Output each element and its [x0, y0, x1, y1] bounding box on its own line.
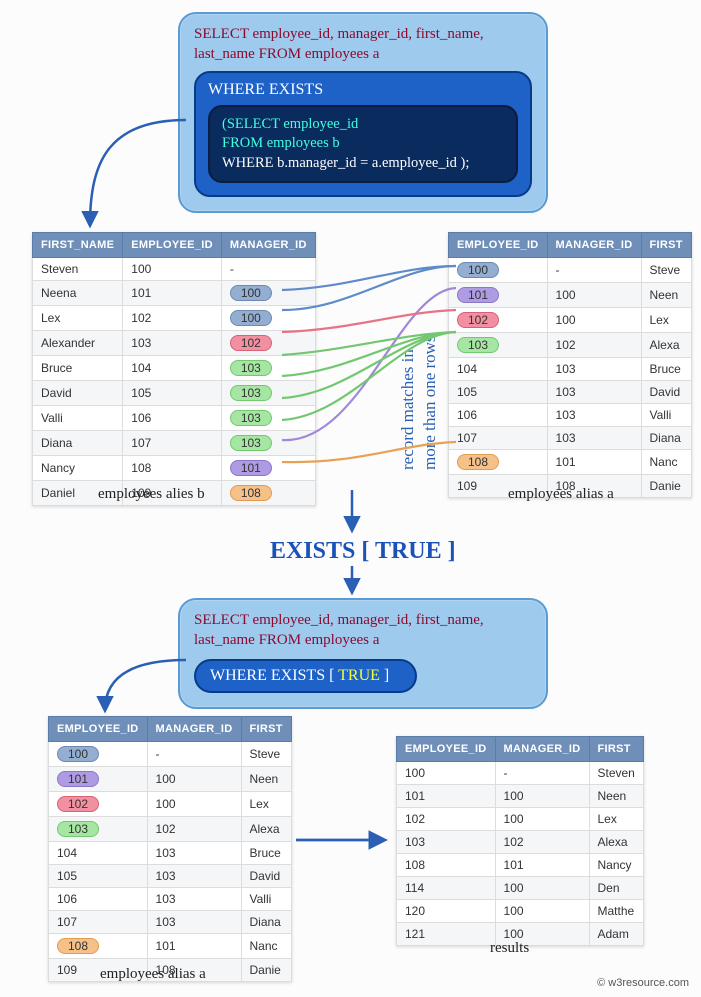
sql-outer-text: SELECT employee_id, manager_id, first_na… — [194, 24, 532, 65]
table-row: 114100Den — [397, 877, 644, 900]
th-first-cut: FIRST — [241, 717, 291, 742]
table-row: Neena101100 — [33, 281, 316, 306]
th-manager-id: MANAGER_ID — [547, 233, 641, 258]
table-results: EMPLOYEE_ID MANAGER_ID FIRST 100-Steven1… — [396, 736, 644, 946]
table-employees-a-bottom: EMPLOYEE_ID MANAGER_ID FIRST 100-Steve10… — [48, 716, 292, 982]
th-manager-id: MANAGER_ID — [147, 717, 241, 742]
table-row: 106103Valli — [49, 888, 292, 911]
side-text-1: record matches in — [398, 349, 418, 470]
table-row: Alexander103102 — [33, 331, 316, 356]
table-row: Lex102100 — [33, 306, 316, 331]
th-first-cut: FIRST — [641, 233, 691, 258]
sql-query-box-top: SELECT employee_id, manager_id, first_na… — [178, 12, 548, 213]
where-exists-outer: WHERE EXISTS (SELECT employee_id FROM em… — [194, 71, 532, 198]
exists-true-label: EXISTS [ TRUE ] — [270, 538, 456, 565]
table-row: Bruce104103 — [33, 356, 316, 381]
th-employee-id: EMPLOYEE_ID — [397, 737, 496, 762]
table-row: 101100Neen — [449, 283, 692, 308]
table-row: 108101Nancy — [397, 854, 644, 877]
table-row: 103102Alexa — [49, 817, 292, 842]
table-row: 108101Nanc — [49, 934, 292, 959]
where-close: ] — [380, 667, 389, 684]
where-exists-pill-text: WHERE EXISTS [ — [210, 667, 338, 684]
th-employee-id: EMPLOYEE_ID — [449, 233, 548, 258]
subquery-line2: FROM employees b — [222, 134, 504, 154]
table-employees-b: FIRST_NAME EMPLOYEE_ID MANAGER_ID Steven… — [32, 232, 316, 506]
caption-table-a-top: employees alias a — [508, 486, 614, 503]
th-employee-id: EMPLOYEE_ID — [49, 717, 148, 742]
table-row: 101100Neen — [49, 767, 292, 792]
table-row: 120100Matthe — [397, 900, 644, 923]
table-row: 108101Nanc — [449, 450, 692, 475]
table-row: Diana107103 — [33, 431, 316, 456]
table-row: Steven100- — [33, 258, 316, 281]
table-row: 104103Bruce — [49, 842, 292, 865]
table-row: 102100Lex — [397, 808, 644, 831]
true-text: TRUE — [338, 667, 380, 684]
where-exists-label: WHERE EXISTS — [208, 81, 518, 99]
caption-table-b: employees alies b — [98, 486, 205, 503]
table-row: 100-Steven — [397, 762, 644, 785]
th-first-name: FIRST_NAME — [33, 233, 123, 258]
caption-results: results — [490, 940, 529, 957]
th-employee-id: EMPLOYEE_ID — [123, 233, 222, 258]
subquery-box: (SELECT employee_id FROM employees b WHE… — [208, 105, 518, 184]
copyright: © w3resource.com — [597, 977, 689, 989]
sql-query-box-bottom: SELECT employee_id, manager_id, first_na… — [178, 598, 548, 709]
table-row: 104103Bruce — [449, 358, 692, 381]
table-employees-a-top: EMPLOYEE_ID MANAGER_ID FIRST 100-Steve10… — [448, 232, 692, 498]
table-row: 106103Valli — [449, 404, 692, 427]
table-row: 103102Alexa — [449, 333, 692, 358]
table-row: 101100Neen — [397, 785, 644, 808]
table-row: 100-Steve — [449, 258, 692, 283]
table-row: 100-Steve — [49, 742, 292, 767]
table-row: Nancy108101 — [33, 456, 316, 481]
table-row: 105103David — [49, 865, 292, 888]
table-row: David105103 — [33, 381, 316, 406]
table-row: Valli106103 — [33, 406, 316, 431]
table-row: 105103David — [449, 381, 692, 404]
side-text-2: more than one rows — [420, 335, 440, 470]
where-exists-pill: WHERE EXISTS [ TRUE ] — [194, 659, 417, 693]
table-row: 102100Lex — [49, 792, 292, 817]
th-first-cut: FIRST — [589, 737, 643, 762]
caption-table-a-bottom: employees alias a — [100, 966, 206, 983]
th-manager-id: MANAGER_ID — [221, 233, 315, 258]
table-row: 102100Lex — [449, 308, 692, 333]
subquery-line1: SELECT employee_id — [227, 116, 358, 132]
th-manager-id: MANAGER_ID — [495, 737, 589, 762]
table-row: 107103Diana — [49, 911, 292, 934]
subquery-line3: WHERE b.manager_id = a.employee_id ); — [222, 154, 504, 174]
sql-outer-text-2: SELECT employee_id, manager_id, first_na… — [194, 610, 532, 651]
table-row: 103102Alexa — [397, 831, 644, 854]
table-row: 107103Diana — [449, 427, 692, 450]
